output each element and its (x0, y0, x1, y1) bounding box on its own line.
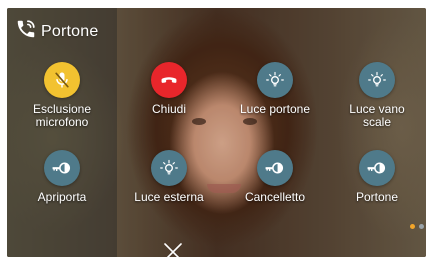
intercom-screen: Portone Esclusione microfono Chiudi Luce… (7, 8, 426, 257)
call-title: Portone (41, 22, 99, 40)
light-bulb-icon (265, 70, 285, 90)
key-icon (50, 158, 74, 178)
page-dot-active[interactable] (410, 224, 415, 229)
door-opener-button[interactable]: Apriporta (12, 150, 112, 204)
key-icon (365, 158, 389, 178)
light-door-label: Luce portone (239, 102, 311, 116)
light-bulb-icon (367, 70, 387, 90)
main-door-label: Portone (355, 190, 399, 204)
light-door-button[interactable]: Luce portone (225, 62, 325, 116)
left-panel-overlay (7, 8, 117, 257)
door-opener-label: Apriporta (37, 190, 87, 204)
hangup-button[interactable]: Chiudi (119, 62, 219, 116)
microphone-off-icon (52, 70, 72, 90)
light-external-button[interactable]: Luce esterna (119, 150, 219, 204)
call-header: Portone (15, 18, 98, 45)
key-icon (263, 158, 287, 178)
mute-microphone-button[interactable]: Esclusione microfono (12, 62, 112, 129)
hangup-label: Chiudi (151, 102, 187, 116)
light-stairs-button[interactable]: Luce vano scale (327, 62, 426, 129)
light-stairs-label: Luce vano scale (349, 102, 405, 129)
page-indicator (410, 224, 424, 229)
close-button[interactable] (162, 241, 184, 257)
gate-button[interactable]: Cancelletto (225, 150, 325, 204)
light-external-label: Luce esterna (134, 190, 204, 204)
mute-microphone-label: Esclusione microfono (32, 102, 92, 129)
close-icon (162, 243, 184, 257)
gate-label: Cancelletto (244, 190, 306, 204)
phone-call-icon (15, 18, 37, 45)
light-bulb-icon (159, 158, 179, 178)
page-dot-inactive[interactable] (419, 224, 424, 229)
phone-hangup-icon (158, 69, 180, 91)
main-door-button[interactable]: Portone (327, 150, 426, 204)
